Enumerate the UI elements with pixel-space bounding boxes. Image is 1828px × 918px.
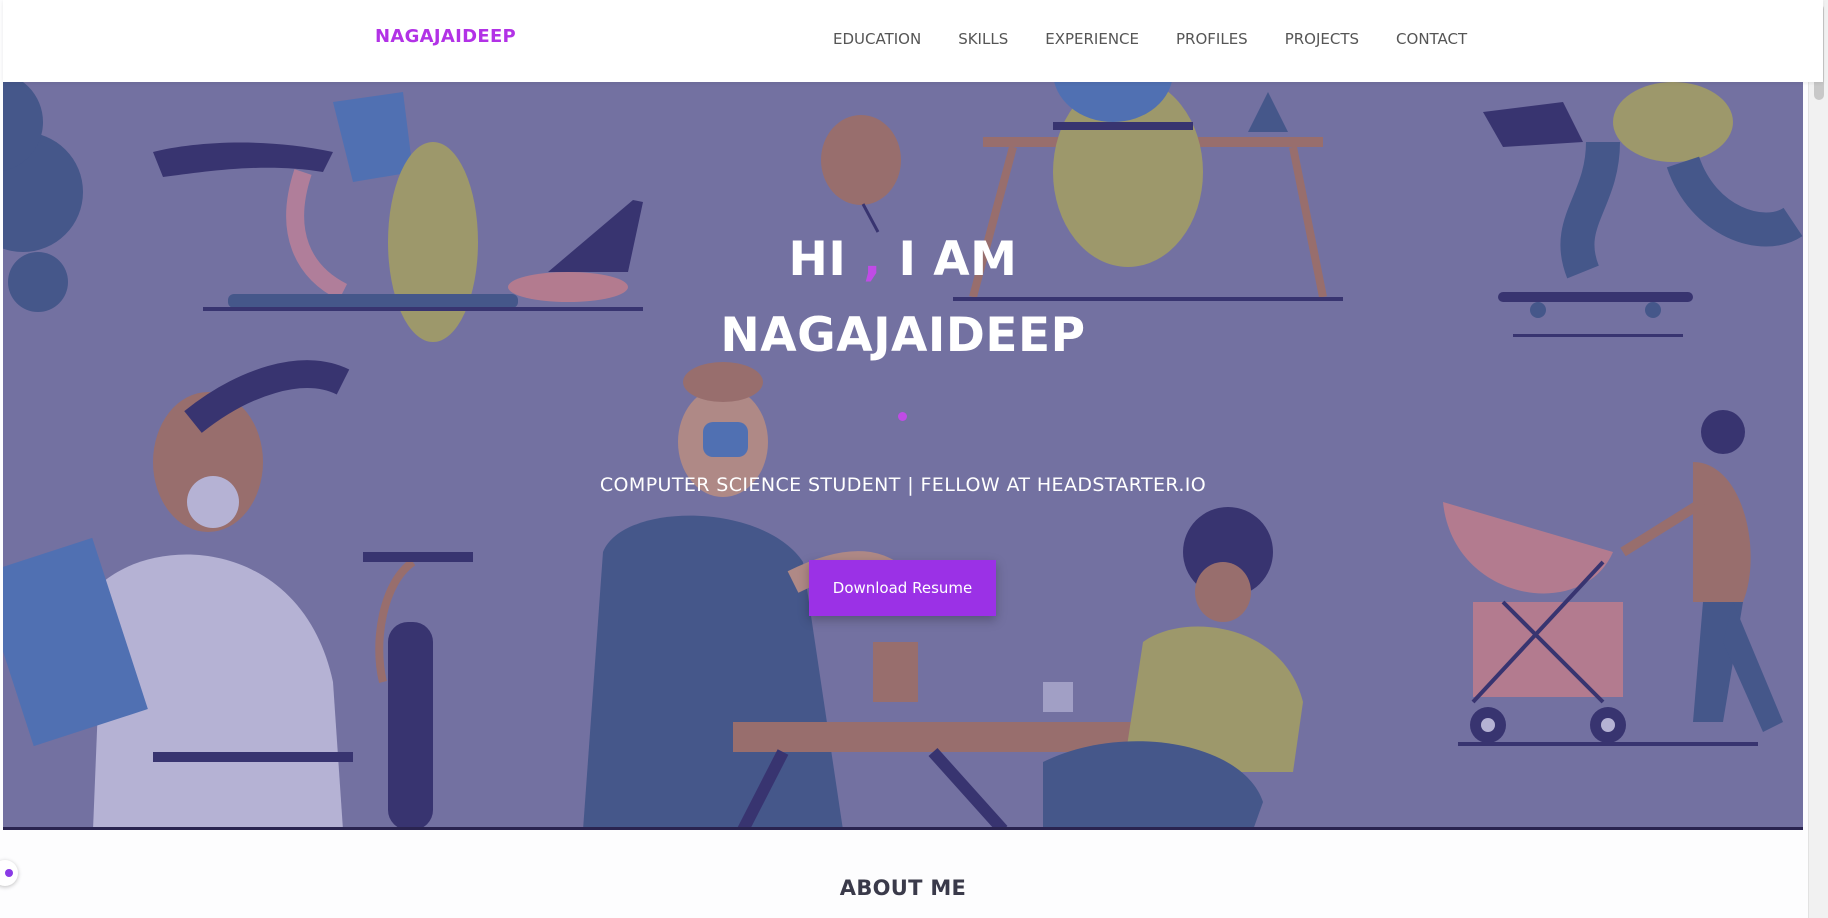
page: NAGAJAIDEEP EDUCATION SKILLS EXPERIENCE … [0,0,1828,918]
hero-subtitle: COMPUTER SCIENCE STUDENT | FELLOW AT HEA… [599,474,1207,496]
nav-item-profiles[interactable]: PROFILES [1176,30,1248,48]
page-scrollbar[interactable] [1808,0,1828,918]
hero-accent-dot [898,412,907,421]
hero-title: HI , I AM NAGAJAIDEEP [3,222,1803,374]
navbar: NAGAJAIDEEP EDUCATION SKILLS EXPERIENCE … [3,0,1823,82]
nav-item-experience[interactable]: EXPERIENCE [1045,30,1139,48]
hero-comma: , [863,232,882,287]
hero-section: HI , I AM NAGAJAIDEEP COMPUTER SCIENCE S… [3,82,1803,830]
hero-name: NAGAJAIDEEP [720,308,1086,363]
hero-overlay [3,82,1803,827]
nav-links: EDUCATION SKILLS EXPERIENCE PROFILES PRO… [833,30,1504,48]
nav-item-skills[interactable]: SKILLS [958,30,1008,48]
nav-item-contact[interactable]: CONTACT [1396,30,1467,48]
nav-item-projects[interactable]: PROJECTS [1285,30,1359,48]
hero-greeting: HI , I AM [788,232,1018,287]
download-resume-button[interactable]: Download Resume [809,560,996,616]
brand-logo[interactable]: NAGAJAIDEEP [375,26,516,47]
about-title: ABOUT ME [839,876,967,900]
nav-item-education[interactable]: EDUCATION [833,30,921,48]
